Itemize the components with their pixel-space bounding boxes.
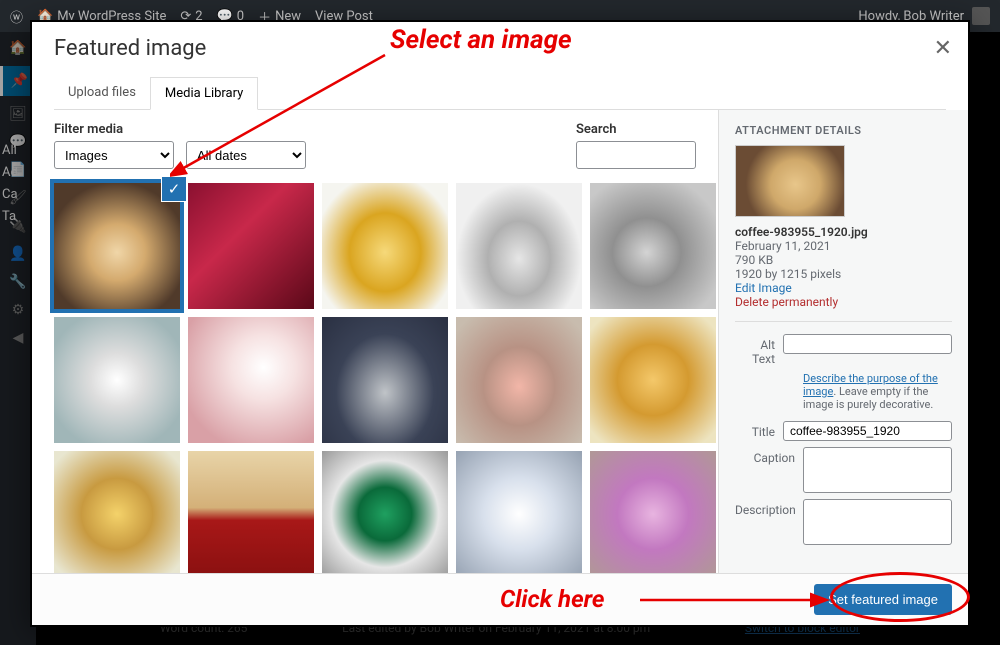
filter-media-label: Filter media bbox=[54, 122, 174, 137]
wp-logo-icon[interactable]: ⓦ bbox=[10, 7, 23, 26]
set-featured-image-button[interactable]: Set featured image bbox=[814, 584, 952, 615]
attachment-date: February 11, 2021 bbox=[735, 239, 952, 253]
media-thumb[interactable] bbox=[322, 183, 448, 309]
attachment-details: ATTACHMENT DETAILS coffee-983955_1920.jp… bbox=[718, 110, 968, 573]
search-input[interactable] bbox=[576, 141, 696, 169]
media-thumb[interactable] bbox=[54, 317, 180, 443]
details-heading: ATTACHMENT DETAILS bbox=[735, 124, 952, 137]
close-button[interactable]: ✕ bbox=[934, 36, 952, 61]
media-thumb[interactable] bbox=[188, 183, 314, 309]
search-label: Search bbox=[576, 122, 696, 137]
alt-text-input[interactable] bbox=[783, 334, 952, 354]
media-thumb[interactable] bbox=[590, 317, 716, 443]
title-label: Title bbox=[735, 421, 783, 439]
media-thumb[interactable] bbox=[456, 451, 582, 573]
media-grid: ✓ bbox=[54, 183, 696, 573]
media-thumb[interactable] bbox=[54, 451, 180, 573]
check-icon: ✓ bbox=[162, 177, 186, 201]
attachment-dimensions: 1920 by 1215 pixels bbox=[735, 267, 952, 281]
media-thumb[interactable] bbox=[188, 317, 314, 443]
filter-date-select[interactable]: All dates bbox=[186, 141, 306, 169]
featured-image-modal: Featured image ✕ Upload files Media Libr… bbox=[30, 20, 970, 627]
media-thumb[interactable] bbox=[456, 183, 582, 309]
filter-type-select[interactable]: Images bbox=[54, 141, 174, 169]
media-thumb[interactable] bbox=[590, 451, 716, 573]
media-thumb[interactable] bbox=[322, 451, 448, 573]
media-thumb[interactable] bbox=[456, 317, 582, 443]
caption-label: Caption bbox=[735, 447, 803, 465]
description-input[interactable] bbox=[803, 499, 952, 545]
title-input[interactable] bbox=[783, 421, 952, 441]
attachment-filename: coffee-983955_1920.jpg bbox=[735, 225, 952, 239]
avatar[interactable] bbox=[972, 7, 990, 25]
modal-title: Featured image bbox=[54, 36, 946, 61]
media-thumb[interactable] bbox=[590, 183, 716, 309]
media-thumb[interactable] bbox=[188, 451, 314, 573]
alt-text-label: Alt Text bbox=[735, 334, 783, 366]
delete-permanently-link[interactable]: Delete permanently bbox=[735, 295, 838, 309]
media-thumb[interactable] bbox=[322, 317, 448, 443]
tab-upload-files[interactable]: Upload files bbox=[54, 77, 150, 109]
media-thumb-selected[interactable]: ✓ bbox=[54, 183, 180, 309]
edit-image-link[interactable]: Edit Image bbox=[735, 281, 792, 295]
attachment-size: 790 KB bbox=[735, 253, 952, 267]
attachment-preview bbox=[735, 145, 845, 217]
description-label: Description bbox=[735, 499, 803, 517]
caption-input[interactable] bbox=[803, 447, 952, 493]
tab-media-library[interactable]: Media Library bbox=[150, 77, 258, 110]
